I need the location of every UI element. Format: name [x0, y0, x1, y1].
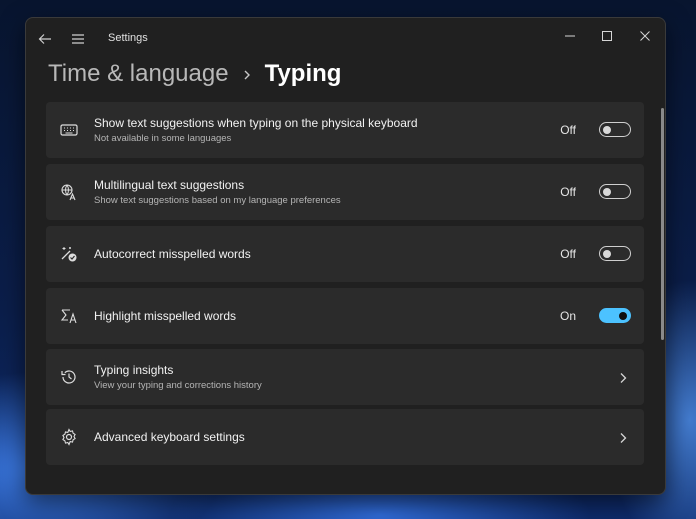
- keyboard-icon: [60, 121, 78, 139]
- setting-subtitle: Not available in some languages: [94, 133, 232, 144]
- back-arrow-icon[interactable]: [37, 31, 53, 47]
- setting-title: Highlight misspelled words: [94, 309, 237, 323]
- gear-icon: [60, 428, 78, 446]
- toggle-state-label: Off: [560, 247, 576, 261]
- breadcrumb-parent[interactable]: Time & language: [48, 60, 229, 88]
- setting-row-text-suggestions[interactable]: Show text suggestions when typing on the…: [46, 102, 644, 158]
- highlight-misspelled-toggle[interactable]: [599, 308, 631, 323]
- setting-title: Autocorrect misspelled words: [94, 247, 251, 261]
- toggle-state-label: Off: [560, 123, 576, 137]
- chevron-right-icon: [241, 68, 253, 80]
- setting-row-multilingual[interactable]: Multilingual text suggestions Show text …: [46, 164, 644, 220]
- toggle-state-label: Off: [560, 185, 576, 199]
- setting-row-highlight-misspelled[interactable]: Highlight misspelled words On: [46, 288, 644, 344]
- setting-row-advanced-keyboard[interactable]: Advanced keyboard settings: [46, 409, 644, 465]
- setting-title: Show text suggestions when typing on the…: [94, 116, 418, 130]
- setting-subtitle: View your typing and corrections history: [94, 380, 262, 391]
- setting-row-typing-insights[interactable]: Typing insights View your typing and cor…: [46, 349, 644, 405]
- setting-subtitle: Show text suggestions based on my langua…: [94, 195, 341, 206]
- window-title: Settings: [108, 32, 148, 44]
- history-icon: [60, 368, 78, 386]
- autocorrect-toggle[interactable]: [599, 246, 631, 261]
- page-title: Typing: [264, 60, 342, 87]
- setting-title: Advanced keyboard settings: [94, 430, 245, 444]
- maximize-button[interactable]: [593, 24, 621, 48]
- menu-icon[interactable]: [70, 31, 86, 47]
- autocorrect-icon: [60, 245, 78, 263]
- spellcheck-icon: [60, 307, 78, 325]
- breadcrumb: Time & language Typing: [48, 56, 341, 92]
- text-suggestions-toggle[interactable]: [599, 122, 631, 137]
- chevron-right-icon: [618, 431, 628, 443]
- setting-row-autocorrect[interactable]: Autocorrect misspelled words Off: [46, 226, 644, 282]
- minimize-button[interactable]: [556, 24, 584, 48]
- toggle-state-label: On: [559, 309, 576, 323]
- multilingual-icon: [60, 183, 78, 201]
- setting-title: Typing insights: [94, 363, 174, 377]
- setting-title: Multilingual text suggestions: [94, 178, 245, 192]
- close-button[interactable]: [631, 24, 659, 48]
- vertical-scrollbar[interactable]: [661, 108, 664, 340]
- settings-window: Settings Time & language Typing Show tex…: [25, 17, 666, 495]
- chevron-right-icon: [618, 371, 628, 383]
- multilingual-toggle[interactable]: [599, 184, 631, 199]
